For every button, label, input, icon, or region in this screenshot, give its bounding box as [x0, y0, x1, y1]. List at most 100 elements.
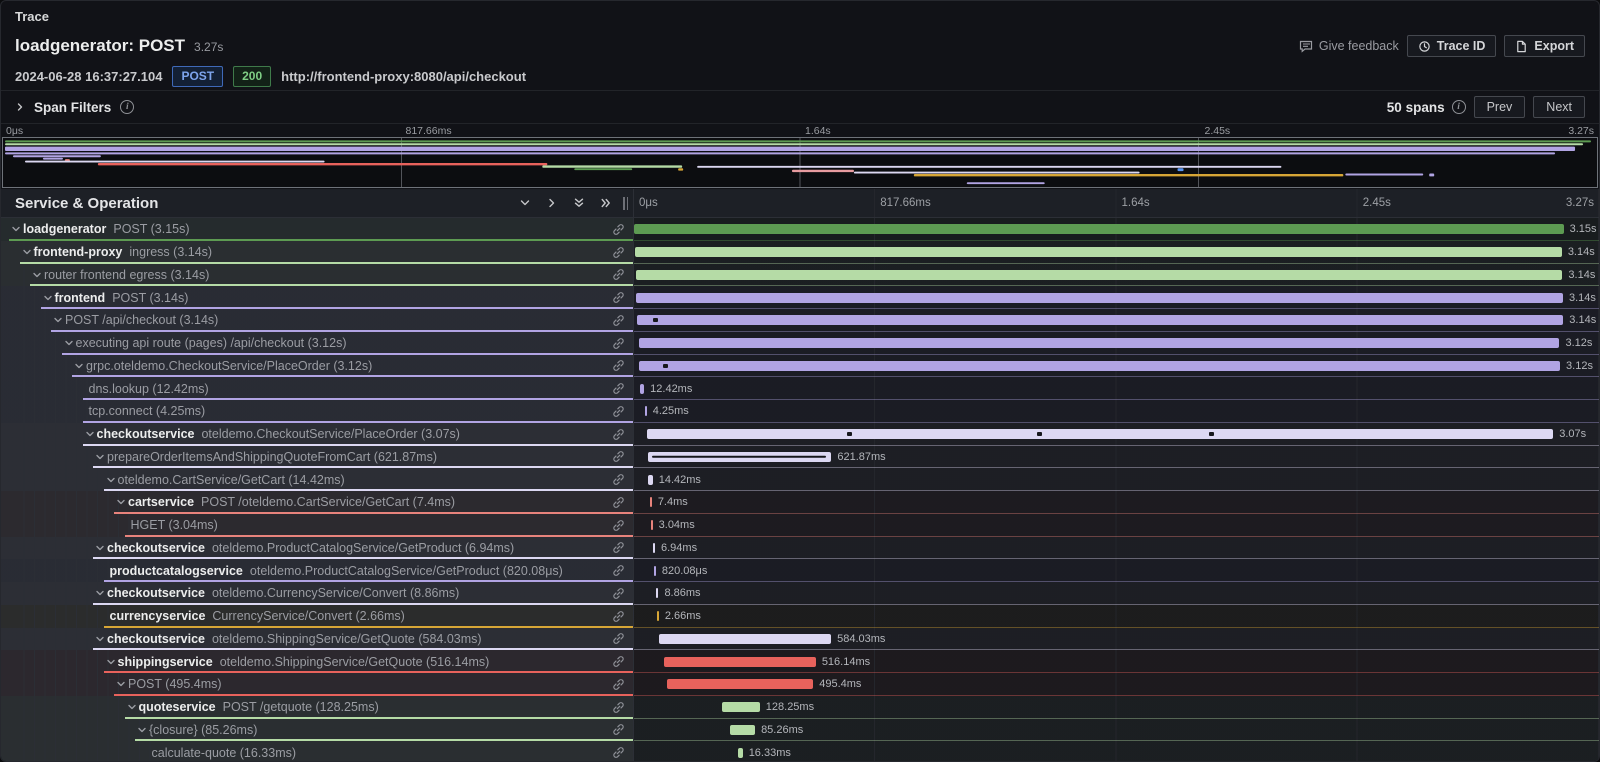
chevron-down-icon[interactable]: [43, 293, 53, 303]
span-label-cell[interactable]: loadgeneratorPOST (3.15s): [1, 218, 634, 241]
span-duration-bar[interactable]: [654, 566, 656, 576]
span-row[interactable]: currencyserviceCurrencyService/Convert (…: [1, 605, 1599, 628]
chevron-down-icon[interactable]: [116, 497, 126, 507]
span-row[interactable]: shippingserviceoteldemo.ShippingService/…: [1, 650, 1599, 673]
span-label-cell[interactable]: checkoutserviceoteldemo.CurrencyService/…: [1, 582, 634, 605]
span-label-cell[interactable]: prepareOrderItemsAndShippingQuoteFromCar…: [1, 446, 634, 469]
span-link-icon[interactable]: [612, 723, 625, 736]
span-link-icon[interactable]: [612, 428, 625, 441]
span-duration-bar[interactable]: [656, 588, 659, 598]
chevron-down-icon[interactable]: [116, 679, 126, 689]
span-link-icon[interactable]: [612, 746, 625, 759]
span-bar-cell[interactable]: 3.12s: [634, 332, 1599, 355]
span-bar-cell[interactable]: 3.07s: [634, 423, 1599, 446]
span-duration-bar[interactable]: [647, 429, 1553, 439]
span-label-cell[interactable]: checkoutserviceoteldemo.CheckoutService/…: [1, 423, 634, 446]
chevron-down-icon[interactable]: [95, 588, 105, 598]
span-duration-bar[interactable]: [653, 543, 655, 553]
span-bar-cell[interactable]: 3.14s: [634, 264, 1599, 287]
span-bar-cell[interactable]: 584.03ms: [634, 628, 1599, 651]
span-bar-cell[interactable]: 128.25ms: [634, 696, 1599, 719]
span-row[interactable]: router frontend egress (3.14s)3.14s: [1, 264, 1599, 287]
span-label-cell[interactable]: shippingserviceoteldemo.ShippingService/…: [1, 650, 634, 673]
span-bar-cell[interactable]: 621.87ms: [634, 446, 1599, 469]
span-duration-bar[interactable]: [648, 475, 652, 485]
span-duration-bar[interactable]: [636, 270, 1563, 280]
span-link-icon[interactable]: [612, 632, 625, 645]
span-link-icon[interactable]: [612, 610, 625, 623]
span-row[interactable]: {closure} (85.26ms)85.26ms: [1, 719, 1599, 742]
chevron-down-icon[interactable]: [64, 338, 74, 348]
span-duration-bar[interactable]: [657, 611, 659, 621]
span-bar-cell[interactable]: 516.14ms: [634, 650, 1599, 673]
span-bar-cell[interactable]: 495.4ms: [634, 673, 1599, 696]
span-row[interactable]: prepareOrderItemsAndShippingQuoteFromCar…: [1, 446, 1599, 469]
span-label-cell[interactable]: {closure} (85.26ms): [1, 719, 634, 742]
span-label-cell[interactable]: HGET (3.04ms): [1, 514, 634, 537]
chevron-down-icon[interactable]: [74, 361, 84, 371]
trace-id-button[interactable]: Trace ID: [1407, 35, 1497, 57]
chevron-down-icon[interactable]: [95, 452, 105, 462]
span-row[interactable]: POST /api/checkout (3.14s)3.14s: [1, 309, 1599, 332]
span-duration-bar[interactable]: [645, 406, 647, 416]
span-bar-cell[interactable]: 3.04ms: [634, 514, 1599, 537]
span-label-cell[interactable]: tcp.connect (4.25ms): [1, 400, 634, 423]
span-label-cell[interactable]: oteldemo.CartService/GetCart (14.42ms): [1, 468, 634, 491]
span-bar-cell[interactable]: 14.42ms: [634, 468, 1599, 491]
span-row[interactable]: HGET (3.04ms)3.04ms: [1, 514, 1599, 537]
chevron-down-icon[interactable]: [95, 543, 105, 553]
span-label-cell[interactable]: checkoutserviceoteldemo.ProductCatalogSe…: [1, 537, 634, 560]
panel-splitter-handle[interactable]: [622, 197, 629, 210]
span-row[interactable]: grpc.oteldemo.CheckoutService/PlaceOrder…: [1, 355, 1599, 378]
span-duration-bar[interactable]: [634, 224, 1564, 234]
next-span-button[interactable]: Next: [1533, 96, 1585, 118]
span-duration-bar[interactable]: [636, 293, 1563, 303]
span-label-cell[interactable]: grpc.oteldemo.CheckoutService/PlaceOrder…: [1, 355, 634, 378]
span-row[interactable]: checkoutserviceoteldemo.ShippingService/…: [1, 628, 1599, 651]
chevron-down-icon[interactable]: [106, 657, 116, 667]
chevron-down-icon[interactable]: [127, 702, 137, 712]
prev-span-button[interactable]: Prev: [1474, 96, 1526, 118]
span-row[interactable]: executing api route (pages) /api/checkou…: [1, 332, 1599, 355]
span-duration-bar[interactable]: [637, 315, 1564, 325]
minimap-canvas[interactable]: [2, 137, 1598, 188]
span-bar-cell[interactable]: 3.14s: [634, 309, 1599, 332]
span-link-icon[interactable]: [612, 246, 625, 259]
span-bar-cell[interactable]: 3.12s: [634, 355, 1599, 378]
expand-one-icon[interactable]: [546, 197, 558, 209]
span-label-cell[interactable]: frontendPOST (3.14s): [1, 286, 634, 309]
span-bar-cell[interactable]: 3.15s: [634, 218, 1599, 241]
span-label-cell[interactable]: currencyserviceCurrencyService/Convert (…: [1, 605, 634, 628]
span-link-icon[interactable]: [612, 223, 625, 236]
span-link-icon[interactable]: [612, 405, 625, 418]
chevron-down-icon[interactable]: [95, 634, 105, 644]
double-chevron-right-icon[interactable]: [600, 197, 612, 209]
span-bar-cell[interactable]: 6.94ms: [634, 537, 1599, 560]
span-row[interactable]: frontendPOST (3.14s)3.14s: [1, 286, 1599, 309]
span-bar-cell[interactable]: 3.14s: [634, 286, 1599, 309]
span-link-icon[interactable]: [612, 655, 625, 668]
span-bar-cell[interactable]: 12.42ms: [634, 377, 1599, 400]
chevron-down-icon[interactable]: [53, 315, 63, 325]
span-link-icon[interactable]: [612, 678, 625, 691]
chevron-down-icon[interactable]: [106, 475, 116, 485]
span-bar-cell[interactable]: 85.26ms: [634, 719, 1599, 742]
span-duration-bar[interactable]: [738, 748, 743, 758]
span-duration-bar[interactable]: [667, 679, 813, 689]
span-link-icon[interactable]: [612, 701, 625, 714]
span-bar-cell[interactable]: 4.25ms: [634, 400, 1599, 423]
span-bar-cell[interactable]: 16.33ms: [634, 741, 1599, 762]
span-duration-bar[interactable]: [639, 361, 1560, 371]
span-label-cell[interactable]: calculate-quote (16.33ms): [1, 741, 634, 762]
span-row[interactable]: cartservicePOST /oteldemo.CartService/Ge…: [1, 491, 1599, 514]
span-filters-toggle[interactable]: Span Filters i: [15, 100, 134, 115]
span-row[interactable]: oteldemo.CartService/GetCart (14.42ms)14…: [1, 468, 1599, 491]
span-label-cell[interactable]: POST (495.4ms): [1, 673, 634, 696]
span-row[interactable]: frontend-proxyingress (3.14s)3.14s: [1, 241, 1599, 264]
span-bar-cell[interactable]: 820.08μs: [634, 559, 1599, 582]
span-duration-bar[interactable]: [651, 520, 653, 530]
span-label-cell[interactable]: productcatalogserviceoteldemo.ProductCat…: [1, 559, 634, 582]
span-label-cell[interactable]: router frontend egress (3.14s): [1, 264, 634, 287]
chevron-down-icon[interactable]: [85, 429, 95, 439]
span-row[interactable]: loadgeneratorPOST (3.15s)3.15s: [1, 218, 1599, 241]
